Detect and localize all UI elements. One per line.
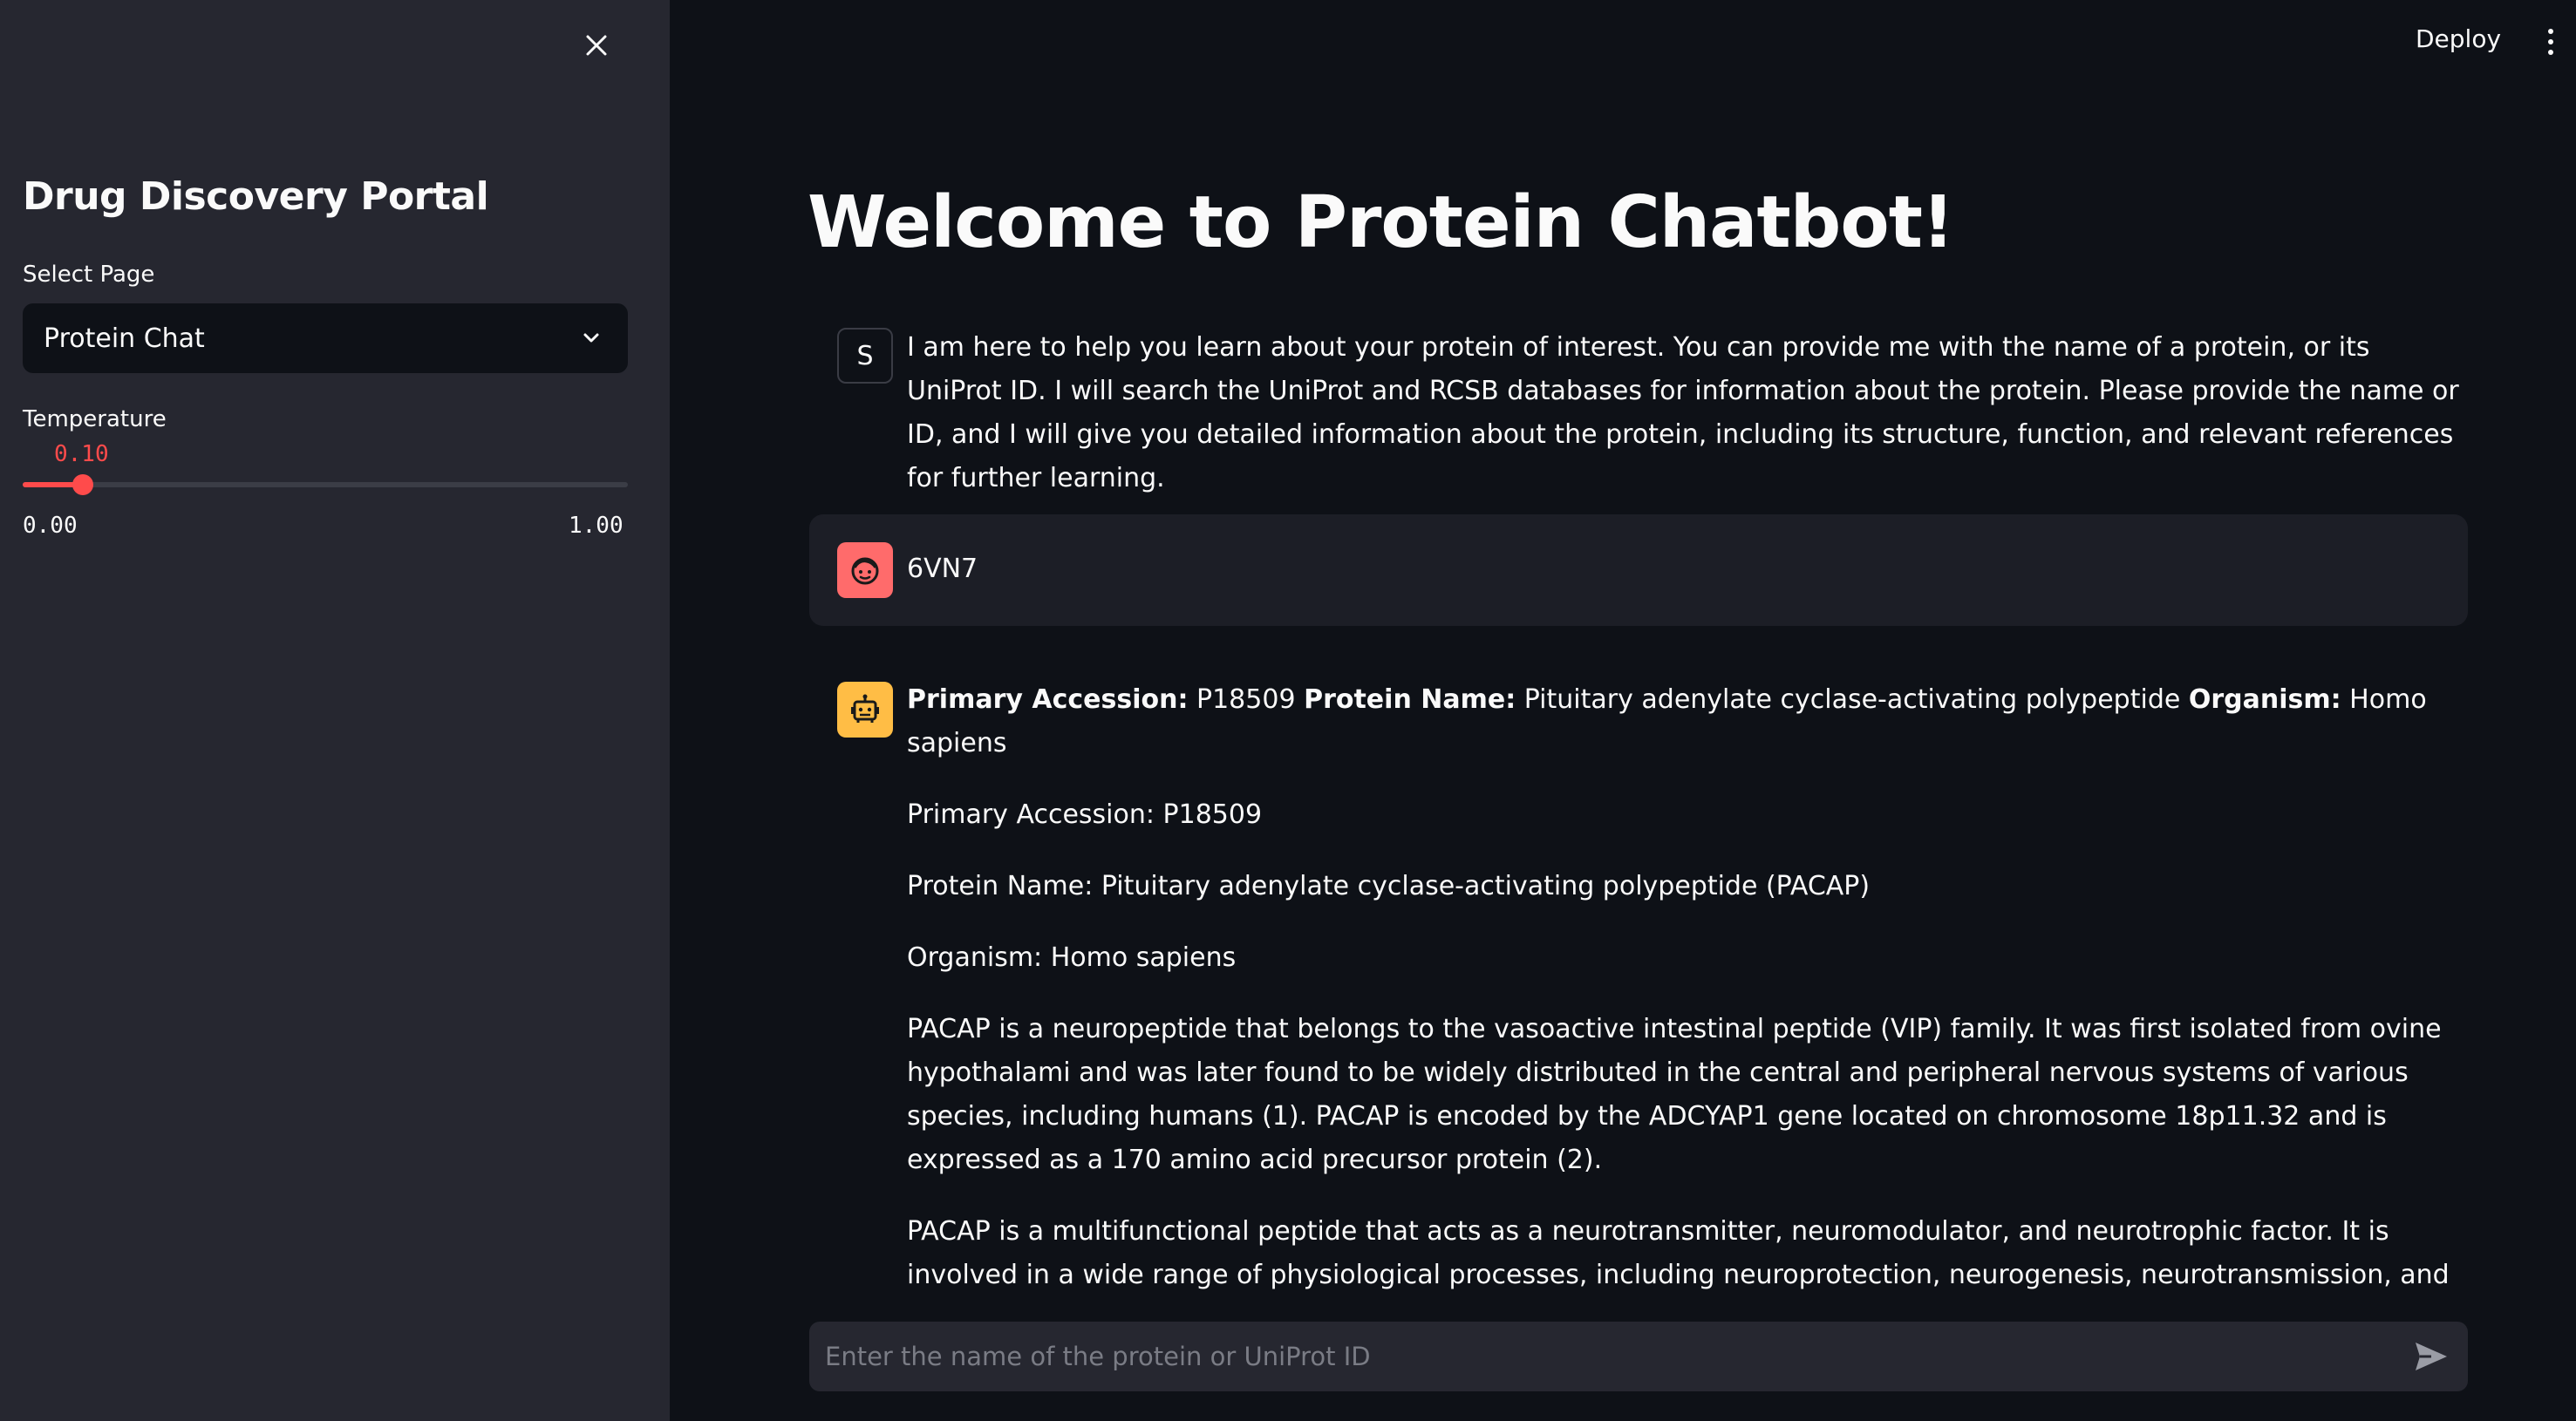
- bot-avatar: [837, 682, 893, 738]
- chat-input[interactable]: [809, 1322, 2468, 1391]
- app-window: Drug Discovery Portal Select Page Protei…: [0, 0, 2576, 1421]
- send-button[interactable]: [2412, 1339, 2450, 1374]
- temperature-value: 0.10: [54, 441, 109, 467]
- accession-label: Primary Accession:: [907, 684, 1189, 715]
- user-message-text: 6VN7: [907, 554, 978, 584]
- accession-line: Primary Accession: P18509: [907, 799, 1263, 830]
- assistant-message: Primary Accession: P18509 Protein Name: …: [809, 671, 2468, 1299]
- close-icon: [586, 35, 607, 56]
- select-page-dropdown[interactable]: Protein Chat: [23, 303, 628, 373]
- user-message: 6VN7: [809, 514, 2468, 626]
- accession-value: P18509: [1188, 684, 1305, 715]
- select-page-value: Protein Chat: [44, 323, 205, 354]
- protein-summary-line: Primary Accession: P18509 Protein Name: …: [907, 678, 2461, 765]
- user-avatar: [837, 542, 893, 598]
- chevron-down-icon: [583, 333, 599, 343]
- description-paragraph-2: PACAP is a multifunctional peptide that …: [907, 1216, 2450, 1290]
- organism-line: Organism: Homo sapiens: [907, 942, 1237, 973]
- menu-dot: [2548, 39, 2553, 44]
- menu-dot: [2548, 50, 2553, 55]
- slider-min-label: 0.00: [23, 513, 78, 539]
- sidebar-title: Drug Discovery Portal: [23, 174, 489, 219]
- system-message-text: I am here to help you learn about your p…: [907, 332, 2459, 493]
- chat-input-container: [809, 1322, 2468, 1391]
- temperature-slider[interactable]: [23, 474, 628, 495]
- sidebar: Drug Discovery Portal Select Page Protei…: [0, 0, 670, 1421]
- user-face-icon: [851, 557, 879, 585]
- system-avatar: S: [837, 328, 893, 384]
- page-title: Welcome to Protein Chatbot!: [808, 181, 1954, 264]
- protein-name-line: Protein Name: Pituitary adenylate cyclas…: [907, 871, 1871, 901]
- protein-name-label: Protein Name:: [1304, 684, 1516, 715]
- vertical-dots-icon: [2548, 29, 2553, 34]
- send-icon: [2416, 1343, 2447, 1370]
- robot-icon: [851, 694, 879, 723]
- close-sidebar-button[interactable]: [579, 28, 614, 63]
- system-message: S I am here to help you learn about your…: [809, 316, 2468, 493]
- organism-label: Organism:: [2188, 684, 2341, 715]
- assistant-message-text: Primary Accession: P18509 Protein Name: …: [907, 678, 2461, 1299]
- description-paragraph-1: PACAP is a neuropeptide that belongs to …: [907, 1014, 2442, 1175]
- deploy-button[interactable]: Deploy: [2416, 24, 2501, 53]
- select-page-label: Select Page: [23, 262, 155, 288]
- main-menu-button[interactable]: [2539, 24, 2562, 59]
- temperature-label: Temperature: [23, 406, 167, 432]
- slider-max-label: 1.00: [569, 513, 624, 539]
- protein-name-value: Pituitary adenylate cyclase-activating p…: [1516, 684, 2189, 715]
- slider-thumb[interactable]: [72, 474, 94, 495]
